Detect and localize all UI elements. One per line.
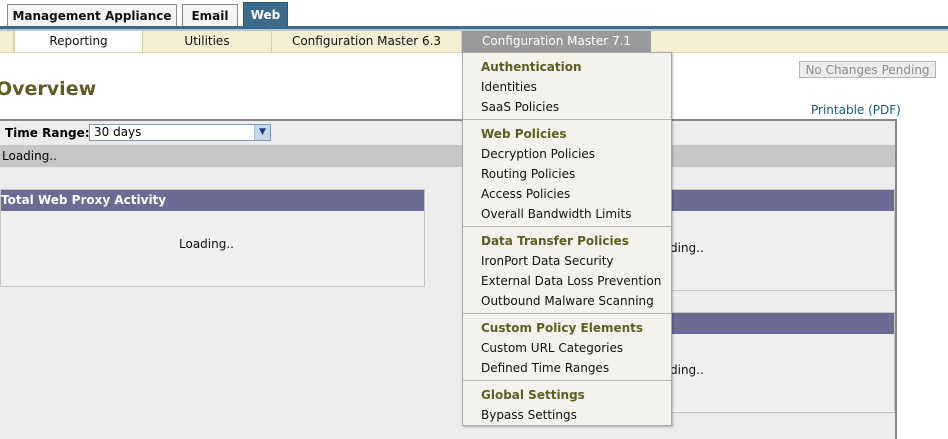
panel-loading-text: ding.. <box>670 241 704 255</box>
menu-heading-global-settings: Global Settings <box>481 388 585 402</box>
subnav-reporting[interactable]: Reporting <box>14 31 143 52</box>
subnav-config-master-7-1[interactable]: Configuration Master 7.1 <box>462 31 651 52</box>
subnav-spacer <box>0 31 14 52</box>
chevron-down-icon[interactable]: ▼ <box>254 125 270 140</box>
menu-item-routing-policies[interactable]: Routing Policies <box>481 167 575 181</box>
menu-heading-custom-policy-elements: Custom Policy Elements <box>481 321 644 335</box>
menu-item-decryption-policies[interactable]: Decryption Policies <box>481 147 595 161</box>
panel-loading-text: Loading.. <box>179 237 234 251</box>
page-title: Overview <box>0 78 97 100</box>
total-web-proxy-activity-panel: Total Web Proxy Activity Loading.. <box>0 189 425 287</box>
menu-item-defined-time-ranges[interactable]: Defined Time Ranges <box>481 361 609 375</box>
menu-divider <box>463 226 671 227</box>
menu-divider <box>463 380 671 381</box>
time-range-select[interactable]: 30 days ▼ <box>89 124 271 141</box>
config-master-7-1-menu: Authentication Identities SaaS Policies … <box>462 52 672 426</box>
tab-management-appliance[interactable]: Management Appliance <box>7 4 177 26</box>
menu-item-ironport-data-security[interactable]: IronPort Data Security <box>481 254 614 268</box>
time-range-value: 30 days <box>94 125 142 139</box>
menu-item-overall-bandwidth-limits[interactable]: Overall Bandwidth Limits <box>481 207 631 221</box>
menu-heading-web-policies: Web Policies <box>481 127 567 141</box>
subnav-config-master-6-3[interactable]: Configuration Master 6.3 <box>272 31 462 52</box>
panel-loading-text: ding.. <box>670 363 704 377</box>
menu-item-identities[interactable]: Identities <box>481 80 537 94</box>
tab-web[interactable]: Web <box>243 2 288 28</box>
printable-pdf-link[interactable]: Printable (PDF) <box>811 103 901 117</box>
menu-heading-authentication: Authentication <box>481 60 582 74</box>
no-changes-pending-button[interactable]: No Changes Pending <box>799 61 936 78</box>
menu-heading-data-transfer-policies: Data Transfer Policies <box>481 234 629 248</box>
tab-email[interactable]: Email <box>182 4 238 26</box>
menu-item-external-data-loss-prevention[interactable]: External Data Loss Prevention <box>481 274 661 288</box>
menu-divider <box>463 313 671 314</box>
time-range-label: Time Range: <box>5 126 90 140</box>
panel-title: Total Web Proxy Activity <box>1 190 424 211</box>
menu-item-access-policies[interactable]: Access Policies <box>481 187 570 201</box>
loading-status-bar: Loading.. <box>0 145 895 167</box>
menu-item-saas-policies[interactable]: SaaS Policies <box>481 100 559 114</box>
menu-item-custom-url-categories[interactable]: Custom URL Categories <box>481 341 623 355</box>
secondary-nav: Reporting Utilities Configuration Master… <box>0 31 948 53</box>
menu-item-bypass-settings[interactable]: Bypass Settings <box>481 408 577 422</box>
subnav-utilities[interactable]: Utilities <box>143 31 272 52</box>
menu-item-outbound-malware-scanning[interactable]: Outbound Malware Scanning <box>481 294 654 308</box>
menu-divider <box>463 119 671 120</box>
